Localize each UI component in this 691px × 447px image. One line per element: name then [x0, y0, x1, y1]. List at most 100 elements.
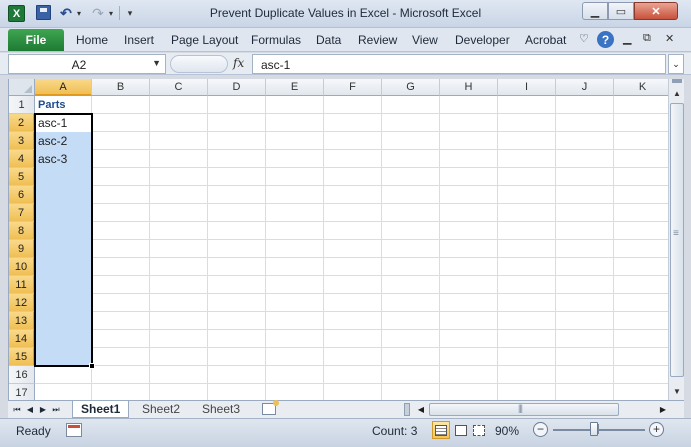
gridline-horizontal: [35, 311, 668, 312]
gridline-horizontal: [35, 113, 668, 114]
column-header-h[interactable]: H: [440, 79, 498, 96]
macro-recording-icon[interactable]: [66, 423, 82, 437]
gridline-horizontal: [35, 347, 668, 348]
workbook-close-icon[interactable]: ✕: [665, 32, 674, 45]
scroll-down-icon[interactable]: ▼: [669, 383, 685, 399]
maximize-button[interactable]: ▭: [608, 2, 634, 20]
gridline-horizontal: [35, 329, 668, 330]
tab-home[interactable]: Home: [76, 33, 108, 47]
column-header-e[interactable]: E: [266, 79, 324, 96]
split-box[interactable]: [672, 79, 682, 83]
column-header-j[interactable]: J: [556, 79, 614, 96]
minimize-button[interactable]: ▁: [582, 2, 608, 20]
gridline-vertical: [149, 96, 150, 400]
worksheet-grid[interactable]: ABCDEFGHIJK 1 2 3 4 5 6 7 8 9 10 11 12 13 14 15 16 17 Pa…: [8, 79, 668, 400]
vertical-scrollbar[interactable]: ▲ ▼: [668, 79, 684, 400]
row-header-12[interactable]: 12: [9, 294, 35, 312]
row-header-4[interactable]: 4: [9, 150, 35, 168]
row-header-1[interactable]: 1: [9, 96, 35, 114]
gridline-horizontal: [35, 257, 668, 258]
first-sheet-icon[interactable]: ⏮: [11, 402, 23, 417]
insert-worksheet-icon[interactable]: [262, 400, 279, 415]
tab-acrobat[interactable]: Acrobat: [525, 33, 566, 47]
scroll-right-icon[interactable]: ▶: [656, 402, 670, 417]
column-header-i[interactable]: I: [498, 79, 556, 96]
zoom-slider-track[interactable]: [553, 429, 645, 431]
name-box[interactable]: A2 ▼: [8, 54, 166, 74]
page-break-preview-icon[interactable]: [470, 421, 488, 439]
row-header-2[interactable]: 2: [9, 114, 35, 132]
formula-input[interactable]: asc-1: [252, 54, 666, 74]
minimize-ribbon-icon[interactable]: ♡: [579, 32, 589, 45]
row-header-13[interactable]: 13: [9, 312, 35, 330]
sheet-tabs-bar: ⏮ ◀ ▶ ⏭ Sheet1 Sheet2 Sheet3 ◀ ▶: [8, 400, 684, 418]
close-button[interactable]: ✕: [634, 2, 678, 20]
horizontal-scroll-thumb[interactable]: [429, 403, 619, 416]
column-header-k[interactable]: K: [614, 79, 668, 96]
gridline-horizontal: [35, 203, 668, 204]
row-header-6[interactable]: 6: [9, 186, 35, 204]
tab-insert[interactable]: Insert: [124, 33, 154, 47]
column-header-c[interactable]: C: [150, 79, 208, 96]
scroll-left-icon[interactable]: ◀: [414, 402, 428, 417]
tab-file[interactable]: File: [8, 29, 64, 51]
row-header-11[interactable]: 11: [9, 276, 35, 294]
tab-page-layout[interactable]: Page Layout: [171, 33, 238, 47]
gridline-horizontal: [35, 383, 668, 384]
column-header-f[interactable]: F: [324, 79, 382, 96]
column-header-b[interactable]: B: [92, 79, 150, 96]
row-header-16[interactable]: 16: [9, 366, 35, 384]
gridline-horizontal: [35, 293, 668, 294]
page-layout-view-icon[interactable]: [452, 421, 470, 439]
workbook-minimize-icon[interactable]: ▁: [623, 32, 631, 45]
sheet-tab-sheet2[interactable]: Sheet2: [134, 401, 188, 418]
status-ready: Ready: [16, 424, 51, 438]
next-sheet-icon[interactable]: ▶: [37, 402, 49, 417]
zoom-in-button[interactable]: +: [649, 422, 664, 437]
row-header-9[interactable]: 9: [9, 240, 35, 258]
gridline-horizontal: [35, 185, 668, 186]
prev-sheet-icon[interactable]: ◀: [24, 402, 36, 417]
tab-data[interactable]: Data: [316, 33, 341, 47]
name-box-value: A2: [71, 58, 87, 72]
tab-split-handle[interactable]: [404, 403, 410, 416]
zoom-level[interactable]: 90%: [495, 424, 519, 438]
help-icon[interactable]: ?: [597, 31, 614, 48]
gridline-horizontal: [35, 275, 668, 276]
workbook-restore-icon[interactable]: ⧉: [643, 32, 651, 45]
normal-view-icon[interactable]: [432, 421, 450, 439]
tab-developer[interactable]: Developer: [455, 33, 510, 47]
status-count: Count: 3: [372, 424, 418, 438]
row-header-7[interactable]: 7: [9, 204, 35, 222]
column-header-g[interactable]: G: [382, 79, 440, 96]
row-header-14[interactable]: 14: [9, 330, 35, 348]
column-header-a[interactable]: A: [35, 79, 92, 96]
sheet-tab-sheet3[interactable]: Sheet3: [194, 401, 248, 418]
sheet-tab-sheet1[interactable]: Sheet1: [72, 401, 130, 418]
row-header-8[interactable]: 8: [9, 222, 35, 240]
formula-value: asc-1: [261, 58, 291, 72]
expand-formula-bar-icon[interactable]: ⌄: [668, 54, 684, 74]
last-sheet-icon[interactable]: ⏭: [50, 402, 62, 417]
cell-a1[interactable]: Parts: [36, 96, 66, 114]
gridline-horizontal: [35, 239, 668, 240]
insert-function-icon[interactable]: fx: [233, 56, 244, 70]
gridline-horizontal: [35, 365, 668, 366]
zoom-out-button[interactable]: −: [533, 422, 548, 437]
row-header-15[interactable]: 15: [9, 348, 35, 366]
gridline-vertical: [497, 96, 498, 400]
row-header-3[interactable]: 3: [9, 132, 35, 150]
scroll-up-icon[interactable]: ▲: [669, 85, 685, 101]
column-header-d[interactable]: D: [208, 79, 266, 96]
tab-formulas[interactable]: Formulas: [251, 33, 301, 47]
zoom-slider-thumb[interactable]: [590, 422, 598, 436]
vertical-scroll-thumb[interactable]: [670, 103, 684, 377]
tab-view[interactable]: View: [412, 33, 438, 47]
chevron-down-icon[interactable]: ▼: [152, 58, 161, 68]
row-header-10[interactable]: 10: [9, 258, 35, 276]
select-all-corner[interactable]: [9, 79, 35, 96]
fill-handle[interactable]: [89, 363, 95, 369]
row-header-5[interactable]: 5: [9, 168, 35, 186]
row-header-17[interactable]: 17: [9, 384, 35, 400]
tab-review[interactable]: Review: [358, 33, 397, 47]
